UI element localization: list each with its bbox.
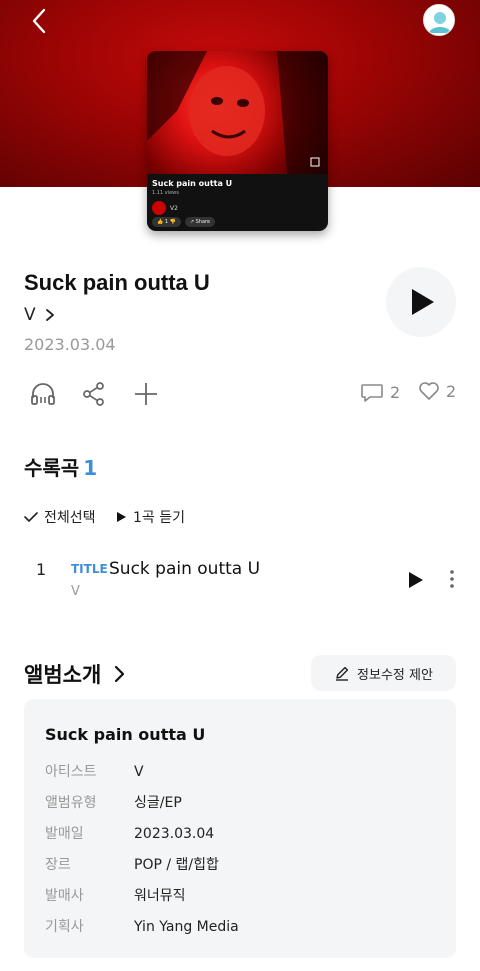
info-value: 2023.03.04 xyxy=(134,826,215,842)
chevron-right-icon xyxy=(115,665,125,683)
tracklist-count: 1 xyxy=(83,456,98,480)
check-icon xyxy=(24,512,38,522)
chevron-left-icon xyxy=(32,8,46,34)
play-tracks-label: 1곡 듣기 xyxy=(133,510,185,526)
comment-icon xyxy=(361,384,383,402)
heart-icon xyxy=(419,382,439,400)
artist-link[interactable]: V xyxy=(24,305,55,325)
info-key: 기획사 xyxy=(45,919,84,935)
share-icon xyxy=(83,382,104,406)
info-box-title: Suck pain outta U xyxy=(45,725,206,744)
cover-share-label: Share xyxy=(195,219,211,225)
tracklist-heading-text: 수록곡 xyxy=(24,456,80,480)
info-value: POP / 랩/힙합 xyxy=(134,857,219,873)
like-button[interactable]: 2 xyxy=(418,381,456,401)
title-badge: TITLE xyxy=(71,562,108,576)
select-all-label: 전체선택 xyxy=(44,510,96,526)
play-small-icon xyxy=(117,512,126,522)
info-value: Yin Yang Media xyxy=(134,919,239,935)
track-more-button[interactable] xyxy=(446,568,458,590)
cover-like-pill: 👍 1 👎 xyxy=(152,217,181,227)
comments-button[interactable]: 2 xyxy=(360,381,400,403)
track-title: Suck pain outta U xyxy=(109,559,261,579)
share-button[interactable] xyxy=(80,380,108,408)
play-album-button[interactable] xyxy=(386,267,456,337)
pencil-icon xyxy=(336,666,349,681)
more-vertical-icon xyxy=(450,570,454,588)
artist-name: V xyxy=(24,305,36,325)
back-button[interactable] xyxy=(26,6,52,36)
info-value: 워너뮤직 xyxy=(134,888,186,904)
likes-count: 2 xyxy=(446,381,457,401)
info-key: 앨범유형 xyxy=(45,795,97,811)
track-play-button[interactable] xyxy=(404,570,426,590)
info-row-agency: 기획사 Yin Yang Media xyxy=(45,916,239,936)
album-info-box: Suck pain outta U 아티스트 V 앨범유형 싱글/EP 발매일 202… xyxy=(24,699,456,958)
release-date: 2023.03.04 xyxy=(24,335,116,354)
info-value: 싱글/EP xyxy=(134,795,182,811)
channel-avatar xyxy=(152,201,166,215)
track-artist: V xyxy=(71,584,80,599)
select-all-button[interactable]: 전체선택 xyxy=(24,507,96,527)
track-number: 1 xyxy=(36,560,47,579)
play-tracks-button[interactable]: 1곡 듣기 xyxy=(115,507,185,527)
info-key: 아티스트 xyxy=(45,764,97,780)
info-row-release-date: 발매일 2023.03.04 xyxy=(45,823,214,843)
comments-count: 2 xyxy=(390,382,401,402)
add-button[interactable] xyxy=(132,380,160,408)
track-row[interactable]: 1 TITLE Suck pain outta U V xyxy=(0,550,480,606)
info-key: 발매사 xyxy=(45,888,84,904)
cover-channel: V2 xyxy=(152,201,178,215)
album-cover: Suck pain outta U 1.11 views V2 👍 1 👎 ↗ … xyxy=(147,51,328,231)
info-row-genre: 장르 POP / 랩/힙합 xyxy=(45,854,219,874)
info-key: 장르 xyxy=(45,857,71,873)
cover-actions: 👍 1 👎 ↗ Share xyxy=(152,217,216,227)
album-title: Suck pain outta U xyxy=(24,270,210,295)
cover-photo xyxy=(147,51,328,174)
suggest-edit-label: 정보수정 제안 xyxy=(357,667,433,683)
info-row-publisher: 발매사 워너뮤직 xyxy=(45,885,186,905)
headphones-button[interactable] xyxy=(29,380,57,408)
play-icon xyxy=(412,289,434,315)
portrait-image xyxy=(147,51,328,174)
info-key: 발매일 xyxy=(45,826,84,842)
cover-share-pill: ↗ Share xyxy=(184,217,216,227)
info-row-artist: 아티스트 V xyxy=(45,761,144,781)
cover-video-title: Suck pain outta U xyxy=(152,179,233,188)
tracklist-heading: 수록곡 1 xyxy=(24,452,97,481)
info-row-album-type: 앨범유형 싱글/EP xyxy=(45,792,182,812)
suggest-edit-button[interactable]: 정보수정 제안 xyxy=(311,655,456,691)
chevron-right-icon xyxy=(45,309,54,321)
info-value: V xyxy=(134,764,144,780)
channel-name: V2 xyxy=(170,204,178,212)
cover-like-count: 1 xyxy=(164,219,169,225)
cover-video-views: 1.11 views xyxy=(152,190,179,196)
headphones-icon xyxy=(31,383,55,405)
profile-avatar[interactable] xyxy=(423,4,455,36)
album-intro-heading-text: 앨범소개 xyxy=(24,663,102,687)
play-icon xyxy=(409,572,423,588)
plus-icon xyxy=(135,383,157,405)
album-intro-heading[interactable]: 앨범소개 xyxy=(24,659,125,689)
